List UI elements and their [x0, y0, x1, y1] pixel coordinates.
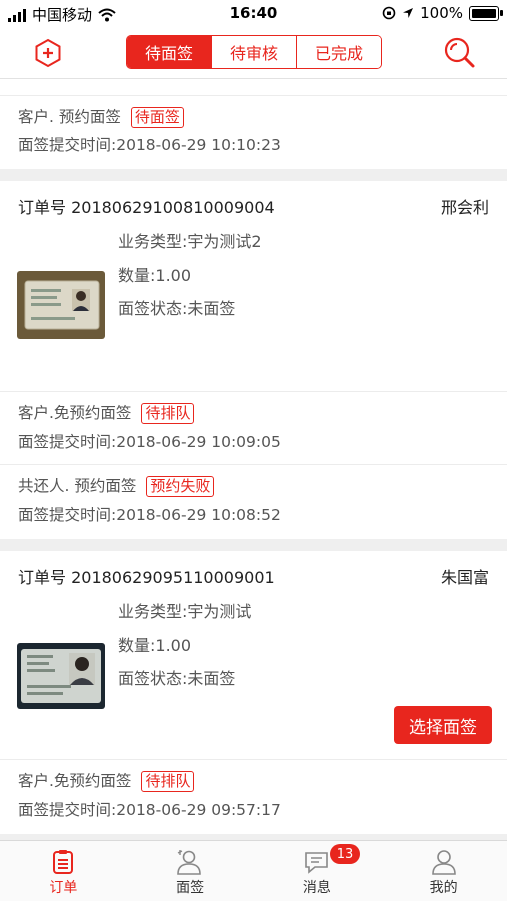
tab-label: 消息 — [302, 880, 331, 896]
location-icon — [403, 8, 414, 18]
sign-entry-type: 客户.免预约面签 — [18, 772, 132, 790]
status-badge: 待面签 — [130, 107, 184, 128]
sign-entry-type-row: 共还人. 预约面签 预约失败 — [0, 474, 232, 497]
sign-entry-type-row: 客户. 预约面签 待面签 — [0, 105, 202, 128]
quantity: 数量:1.00 — [118, 635, 192, 655]
tab-profile[interactable]: 我的 — [380, 841, 507, 901]
rotation-lock-icon — [382, 6, 396, 20]
status-badge: 待排队 — [141, 403, 195, 424]
order-info: 业务类型:宇为测试 数量:1.00 面签状态:未面签 — [118, 595, 251, 696]
order-body: 业务类型:宇为测试2 数量:1.00 面签状态:未面签 — [0, 231, 507, 391]
sign-status: 面签状态:未面签 — [118, 669, 236, 688]
sign-entry-type-row: 客户.免预约面签 待排队 — [0, 401, 212, 424]
sign-entry-time: 面签提交时间:2018-06-29 09:57:17 — [18, 801, 281, 819]
select-sign-button[interactable]: 选择面签 — [394, 706, 492, 744]
order-card-partial: 客户. 预约面签 待面签 面签提交时间:2018-06-29 10:10:23 — [0, 79, 507, 169]
person-sign-icon — [177, 850, 201, 875]
tab-label: 订单 — [49, 880, 78, 896]
search-icon[interactable] — [442, 35, 476, 69]
order-card[interactable]: 订单号 20180629100810009004 邢会利 业务类型:宇为测试2 … — [0, 181, 507, 539]
order-icon — [53, 850, 74, 874]
tab-sign[interactable]: 面签 — [127, 841, 254, 901]
sign-entry-time: 面签提交时间:2018-06-29 10:10:23 — [18, 136, 281, 154]
order-number: 订单号 20180629100810009004 — [18, 198, 275, 217]
tab-label: 我的 — [429, 880, 458, 896]
status-badge: 待排队 — [141, 771, 195, 792]
sign-entry[interactable]: 客户.免预约面签 待排队 面签提交时间:2018-06-29 10:09:05 — [0, 392, 507, 464]
id-card-photo[interactable] — [17, 271, 105, 339]
business-type: 业务类型:宇为测试2 — [118, 232, 262, 251]
chat-icon — [305, 852, 328, 874]
tab-pending-review[interactable]: 待审核 — [211, 36, 296, 68]
order-card[interactable]: 订单号 20180629095110009001 朱国富 业务类型:宇为测试 数… — [0, 551, 507, 834]
quantity: 数量:1.00 — [118, 265, 192, 285]
status-bar: 中国移动 16:40 100% — [0, 0, 507, 28]
tab-orders[interactable]: 订单 — [0, 841, 127, 901]
sign-entry-type: 客户.免预约面签 — [18, 404, 132, 422]
sign-status: 面签状态:未面签 — [118, 299, 236, 318]
sign-entry-type: 客户. 预约面签 — [18, 108, 121, 126]
add-hexagon-icon[interactable] — [33, 38, 63, 68]
tab-completed[interactable]: 已完成 — [296, 36, 381, 68]
customer-name: 朱国富 — [440, 568, 489, 587]
bottom-tab-bar: 订单 面签 消息 我的 13 — [0, 840, 507, 901]
message-count-badge: 13 — [330, 844, 360, 864]
battery-icon — [469, 5, 503, 21]
business-type: 业务类型:宇为测试 — [118, 602, 252, 621]
status-right: 100% — [382, 4, 503, 22]
sign-entry-type-row: 客户.免预约面签 待排队 — [0, 769, 212, 792]
nav-bar: 待面签 待审核 已完成 — [0, 28, 507, 79]
id-card-photo[interactable] — [17, 643, 105, 709]
order-header: 订单号 20180629095110009001 朱国富 — [0, 551, 507, 601]
status-segmented-control: 待面签 待审核 已完成 — [126, 35, 382, 69]
status-badge: 预约失败 — [146, 476, 215, 497]
tab-messages[interactable]: 消息 — [254, 841, 381, 901]
tab-label: 面签 — [176, 880, 205, 896]
order-list: 客户. 预约面签 待面签 面签提交时间:2018-06-29 10:10:23 订… — [0, 79, 507, 840]
sign-entry[interactable]: 客户.免预约面签 待排队 面签提交时间:2018-06-29 09:57:17 — [0, 760, 507, 834]
sign-entry-type: 共还人. 预约面签 — [18, 477, 137, 495]
sign-entry-time: 面签提交时间:2018-06-29 10:08:52 — [18, 506, 281, 524]
battery-percent: 100% — [420, 4, 463, 22]
order-info: 业务类型:宇为测试2 数量:1.00 面签状态:未面签 — [118, 225, 262, 326]
user-icon — [431, 850, 456, 875]
order-body: 业务类型:宇为测试 数量:1.00 面签状态:未面签 选择面签 — [0, 601, 507, 759]
order-header: 订单号 20180629100810009004 邢会利 — [0, 181, 507, 231]
tab-pending-sign[interactable]: 待面签 — [127, 36, 211, 68]
customer-name: 邢会利 — [440, 198, 489, 217]
sign-entry[interactable]: 共还人. 预约面签 预约失败 面签提交时间:2018-06-29 10:08:52 — [0, 465, 507, 539]
order-number: 订单号 20180629095110009001 — [18, 568, 275, 587]
sign-entry-time: 面签提交时间:2018-06-29 10:09:05 — [18, 433, 281, 451]
